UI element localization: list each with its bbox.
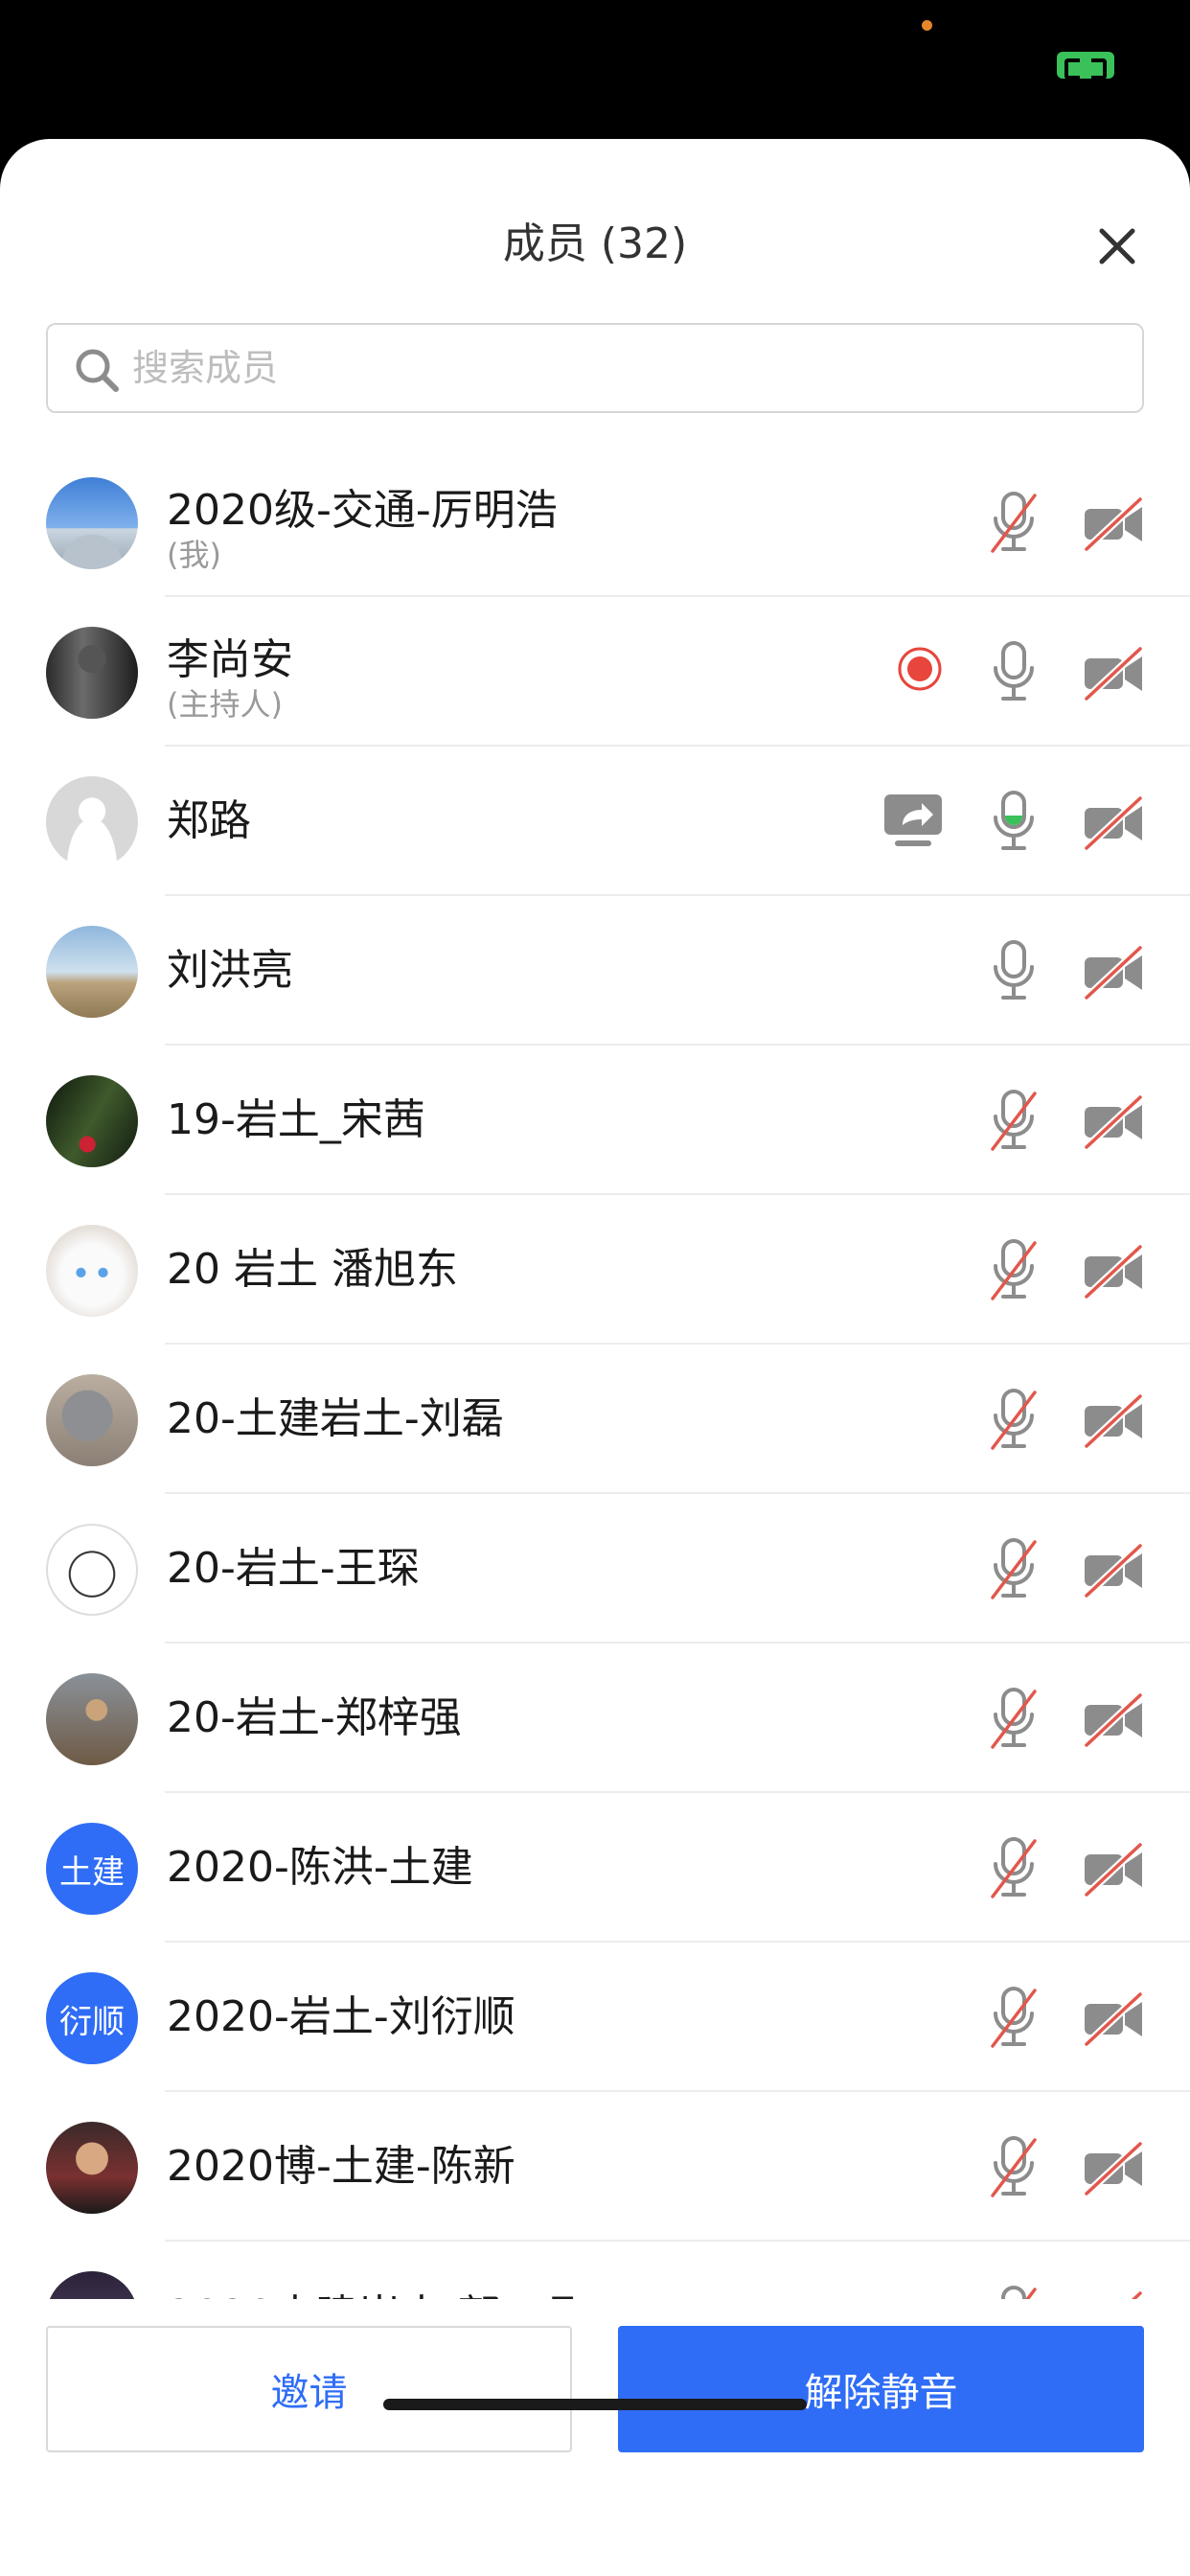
video-off-icon[interactable] bbox=[1083, 645, 1144, 702]
mic-icon[interactable] bbox=[988, 940, 1040, 1001]
mic-muted-icon[interactable] bbox=[988, 1987, 1040, 2048]
member-name: 刘洪亮 bbox=[167, 946, 293, 995]
page-title: 成员 (32) bbox=[502, 219, 688, 268]
video-off-icon[interactable] bbox=[1083, 1691, 1144, 1749]
avatar bbox=[46, 2271, 138, 2299]
video-off-icon[interactable] bbox=[1083, 495, 1144, 553]
mic-muted-icon[interactable] bbox=[988, 2286, 1040, 2299]
member-row[interactable]: 20-岩土-郑梓强 bbox=[0, 1644, 1190, 1793]
member-row[interactable]: 20-岩土-王琛 bbox=[0, 1494, 1190, 1644]
member-name: 2020级-交通-厉明浩 bbox=[167, 486, 558, 535]
member-row[interactable]: 土建 2020-陈洪-土建 bbox=[0, 1793, 1190, 1943]
mic-icon[interactable] bbox=[988, 791, 1040, 852]
mic-muted-icon[interactable] bbox=[988, 492, 1040, 553]
video-off-icon[interactable] bbox=[1083, 794, 1144, 852]
member-row[interactable]: 20 岩土 潘旭东 bbox=[0, 1195, 1190, 1345]
member-name: 20-土建岩土-刘磊 bbox=[167, 1394, 504, 1443]
member-name: 李尚安 bbox=[167, 635, 293, 684]
unmute-all-button[interactable]: 解除静音 bbox=[618, 2326, 1144, 2452]
search-box[interactable] bbox=[46, 323, 1144, 413]
member-row[interactable]: 李尚安 (主持人) bbox=[0, 597, 1190, 747]
avatar bbox=[46, 1524, 138, 1616]
avatar bbox=[46, 926, 138, 1018]
video-off-icon[interactable] bbox=[1083, 1093, 1144, 1151]
member-name: 20 岩土 潘旭东 bbox=[167, 1245, 458, 1294]
member-row[interactable]: 19-岩土_宋茜 bbox=[0, 1046, 1190, 1195]
avatar bbox=[46, 1374, 138, 1466]
member-row[interactable]: 郑路 bbox=[0, 747, 1190, 896]
avatar: 土建 bbox=[46, 1823, 138, 1915]
member-row[interactable]: 2020级-交通-厉明浩 (我) bbox=[0, 448, 1190, 597]
member-row[interactable]: 2020博-土建-陈新 bbox=[0, 2092, 1190, 2242]
member-row[interactable]: 20-土建岩土-刘磊 bbox=[0, 1345, 1190, 1494]
mic-muted-icon[interactable] bbox=[988, 1389, 1040, 1450]
avatar bbox=[46, 776, 138, 868]
mic-muted-icon[interactable] bbox=[988, 1239, 1040, 1300]
member-name: 20-岩土-王琛 bbox=[167, 1544, 420, 1593]
video-off-icon[interactable] bbox=[1083, 1542, 1144, 1599]
mic-muted-icon[interactable] bbox=[988, 2136, 1040, 2197]
avatar bbox=[46, 477, 138, 569]
search-input[interactable] bbox=[132, 325, 1119, 411]
search-icon bbox=[76, 349, 119, 392]
member-name: 19-岩土_宋茜 bbox=[167, 1095, 425, 1144]
member-name: 20-岩土-郑梓强 bbox=[167, 1693, 462, 1742]
privacy-indicator-dot bbox=[922, 20, 932, 31]
avatar bbox=[46, 2122, 138, 2214]
member-name: 2020土建岩土-郭一凡 bbox=[167, 2289, 584, 2299]
mic-muted-icon[interactable] bbox=[988, 1837, 1040, 1898]
video-off-icon[interactable] bbox=[1083, 2289, 1144, 2299]
screen-share-badge-icon bbox=[1057, 52, 1114, 80]
member-role-label: (我) bbox=[167, 537, 221, 573]
footer-bar: 邀请 解除静音 bbox=[0, 2299, 1190, 2576]
member-name: 郑路 bbox=[167, 796, 251, 845]
close-icon[interactable] bbox=[1092, 221, 1142, 271]
home-indicator bbox=[383, 2399, 807, 2410]
member-list[interactable]: 2020级-交通-厉明浩 (我) 李尚安 (主持人) 郑路 刘洪亮 19-岩土_宋茜 20 岩… bbox=[0, 448, 1190, 2299]
status-bar bbox=[0, 0, 1190, 139]
mic-muted-icon[interactable] bbox=[988, 1538, 1040, 1599]
video-off-icon[interactable] bbox=[1083, 2140, 1144, 2197]
member-row[interactable]: 衍顺 2020-岩土-刘衍顺 bbox=[0, 1943, 1190, 2092]
video-off-icon[interactable] bbox=[1083, 1392, 1144, 1450]
member-role-label: (主持人) bbox=[167, 686, 283, 723]
member-name: 2020-陈洪-土建 bbox=[167, 1843, 473, 1892]
member-name: 2020-岩土-刘衍顺 bbox=[167, 1992, 515, 2041]
invite-button[interactable]: 邀请 bbox=[46, 2326, 572, 2452]
members-sheet: 成员 (32) 2020级-交通-厉明浩(我)李尚安(主持人)郑路刘洪亮19-岩… bbox=[0, 139, 1190, 2576]
mic-muted-icon[interactable] bbox=[988, 1090, 1040, 1151]
avatar bbox=[46, 627, 138, 719]
avatar bbox=[46, 1225, 138, 1317]
video-off-icon[interactable] bbox=[1083, 1841, 1144, 1898]
screen-share-icon bbox=[881, 789, 945, 852]
member-name: 2020博-土建-陈新 bbox=[167, 2142, 515, 2191]
mic-muted-icon[interactable] bbox=[988, 1688, 1040, 1749]
avatar bbox=[46, 1673, 138, 1765]
member-row[interactable]: 刘洪亮 bbox=[0, 896, 1190, 1046]
video-off-icon[interactable] bbox=[1083, 1243, 1144, 1300]
member-row[interactable]: 2020土建岩土-郭一凡 bbox=[0, 2242, 1190, 2299]
avatar bbox=[46, 1075, 138, 1167]
recording-icon bbox=[896, 645, 944, 693]
video-off-icon[interactable] bbox=[1083, 1990, 1144, 2048]
video-off-icon[interactable] bbox=[1083, 944, 1144, 1001]
avatar: 衍顺 bbox=[46, 1972, 138, 2064]
mic-icon[interactable] bbox=[988, 641, 1040, 702]
